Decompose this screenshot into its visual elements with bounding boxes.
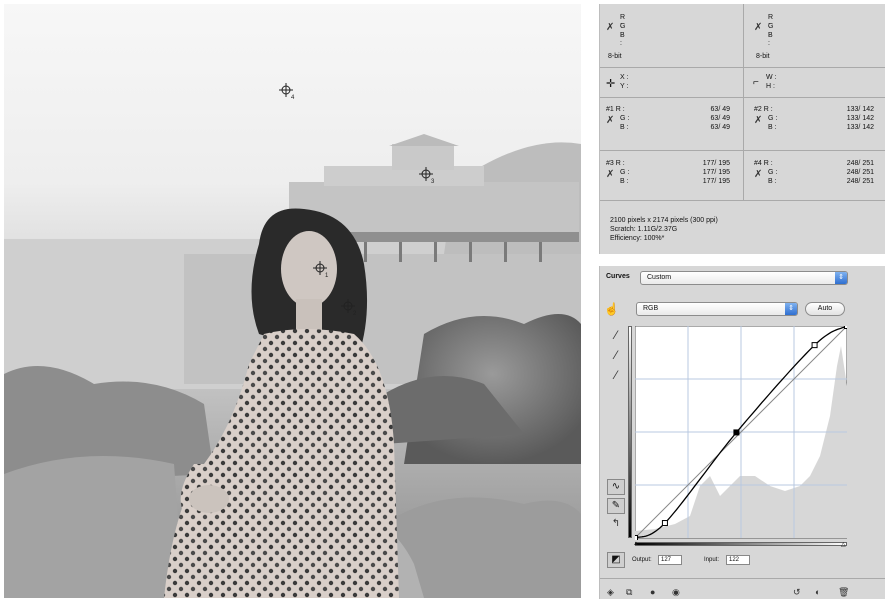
sampler-id: #4 R : <box>754 160 773 167</box>
chevron-updown-icon: ⇕ <box>785 303 797 315</box>
reset-icon[interactable]: ↺ <box>793 587 801 598</box>
divider <box>600 97 885 98</box>
b-label: B : <box>620 178 629 185</box>
g-label: G : <box>620 115 630 122</box>
eyedropper-icon: ✗ <box>754 169 763 180</box>
sampler-b-value: 133/ 142 <box>846 124 874 131</box>
x-label: X : <box>620 74 629 81</box>
sampler-g-value: 133/ 142 <box>846 115 874 122</box>
auto-button[interactable]: Auto <box>805 302 845 316</box>
channel-select[interactable]: RGB ⇕ <box>636 302 798 316</box>
sampler-id: #3 R : <box>606 160 625 167</box>
color-sampler-3: #3 R : ✗ G : B : 177/ 195 177/ 195 177/ … <box>600 156 743 196</box>
output-gradient-bar <box>628 326 632 538</box>
input-label: Input: <box>704 557 720 563</box>
info-panel: ✗ R : G : B : 8-bit ✗ R : G : B : 8-bit … <box>599 4 885 254</box>
photo-image: 4 3 1 2 <box>4 83 581 598</box>
eyedropper-icon: ✗ <box>606 22 615 33</box>
eyedropper-icon: ✗ <box>606 169 615 180</box>
sampler-marker-label: 4 <box>291 95 295 101</box>
black-point-slider-icon[interactable]: ▲ <box>633 541 639 547</box>
view-icon[interactable]: ⧉ <box>626 587 632 598</box>
sampler-r-value: 177/ 195 <box>702 160 730 167</box>
b-label: B : <box>620 32 625 47</box>
divider <box>600 200 885 201</box>
sampler-b-value: 177/ 195 <box>702 178 730 185</box>
chevron-updown-icon: ⇕ <box>835 272 847 284</box>
b-label: B : <box>620 124 629 131</box>
output-field[interactable]: 127 <box>658 555 682 565</box>
white-eyedropper-icon[interactable]: ⁄ <box>609 368 623 382</box>
g-label: G : <box>768 115 778 122</box>
b-label: B : <box>768 124 777 131</box>
sampler-g-value: 63/ 49 <box>710 115 730 122</box>
pencil-icon: ✎ <box>611 500 621 511</box>
eyedropper-icon: ✗ <box>754 22 763 33</box>
curve-graph[interactable] <box>635 326 847 540</box>
document-size: 2100 pixels x 2174 pixels (300 ppi) <box>610 217 718 224</box>
hand-adjust-icon[interactable]: ☝ <box>604 302 619 316</box>
curve-control-point[interactable] <box>811 342 818 349</box>
curve-control-point[interactable] <box>635 535 638 541</box>
eyedropper-icon: ✗ <box>606 115 615 126</box>
white-point-slider-icon[interactable]: △ <box>841 541 846 548</box>
preset-value: Custom <box>647 274 672 281</box>
b-label: B : <box>768 178 777 185</box>
curve-control-point[interactable] <box>661 520 668 527</box>
input-field[interactable]: 122 <box>726 555 750 565</box>
sampler-r-value: 248/ 251 <box>846 160 874 167</box>
sampler-r-value: 63/ 49 <box>710 106 730 113</box>
layer-icon[interactable]: ◈ <box>607 587 614 598</box>
visibility-icon[interactable]: ◉ <box>672 587 680 598</box>
pencil-tool[interactable]: ✎ <box>607 498 625 514</box>
sampler-b-value: 63/ 49 <box>710 124 730 131</box>
w-label: W : <box>766 74 777 81</box>
curve-point-tool[interactable]: ∿ <box>607 479 625 495</box>
b-label: B : <box>768 32 773 47</box>
divider <box>600 67 885 68</box>
sampler-r-value: 133/ 142 <box>846 106 874 113</box>
divider <box>600 150 885 151</box>
mask-icon[interactable]: ● <box>650 587 655 597</box>
input-gradient-bar <box>635 542 847 546</box>
sampler-id: #2 R : <box>754 106 773 113</box>
g-label: G : <box>768 169 778 176</box>
trash-icon[interactable]: 🗑 <box>838 587 849 598</box>
sampler-g-value: 177/ 195 <box>702 169 730 176</box>
preset-select[interactable]: Custom ⇕ <box>640 271 848 285</box>
previous-state-icon[interactable]: ◐ <box>815 587 820 597</box>
sampler-g-value: 248/ 251 <box>846 169 874 176</box>
sampler-id: #1 R : <box>606 106 625 113</box>
photo-canvas[interactable]: 4 3 1 2 <box>4 4 581 598</box>
h-label: H : <box>766 83 775 90</box>
divider <box>743 4 744 200</box>
curves-title: Curves <box>606 273 630 280</box>
gray-eyedropper-icon[interactable]: ⁄ <box>609 348 623 362</box>
black-eyedropper-icon[interactable]: ⁄ <box>609 328 623 342</box>
clipping-toggle[interactable]: ◩ <box>607 552 625 568</box>
curve-icon: ∿ <box>611 481 621 492</box>
divider <box>600 578 885 579</box>
selection-size-icon: ⌐ <box>753 77 759 88</box>
channel-value: RGB <box>643 305 659 312</box>
scratch-size: Scratch: 1.11G/2.37G <box>610 226 678 233</box>
color-sampler-4: #4 R : ✗ G : B : 248/ 251 248/ 251 248/ … <box>748 156 885 196</box>
color-sampler-1: #1 R : ✗ G : B : 63/ 49 63/ 49 63/ 49 <box>600 102 743 147</box>
sampler-b-value: 248/ 251 <box>846 178 874 185</box>
bit-depth-label: 8-bit <box>756 53 770 60</box>
clipping-icon: ◩ <box>611 554 621 565</box>
efficiency: Efficiency: 100%* <box>610 235 665 242</box>
curve-control-point[interactable] <box>844 326 848 329</box>
g-label: G : <box>620 169 630 176</box>
smooth-icon[interactable]: ↰ <box>609 518 623 529</box>
y-label: Y : <box>620 83 629 90</box>
output-label: Output: <box>632 557 652 563</box>
curve-control-point[interactable] <box>733 429 740 436</box>
bit-depth-label: 8-bit <box>608 53 622 60</box>
color-sampler-2: #2 R : ✗ G : B : 133/ 142 133/ 142 133/ … <box>748 102 885 147</box>
eyedropper-icon: ✗ <box>754 115 763 126</box>
curves-panel: Curves Custom ⇕ ☝ RGB ⇕ Auto ⁄ ⁄ ⁄ ∿ ✎ ↰… <box>599 266 885 599</box>
crosshair-icon: ✛ <box>606 78 616 90</box>
